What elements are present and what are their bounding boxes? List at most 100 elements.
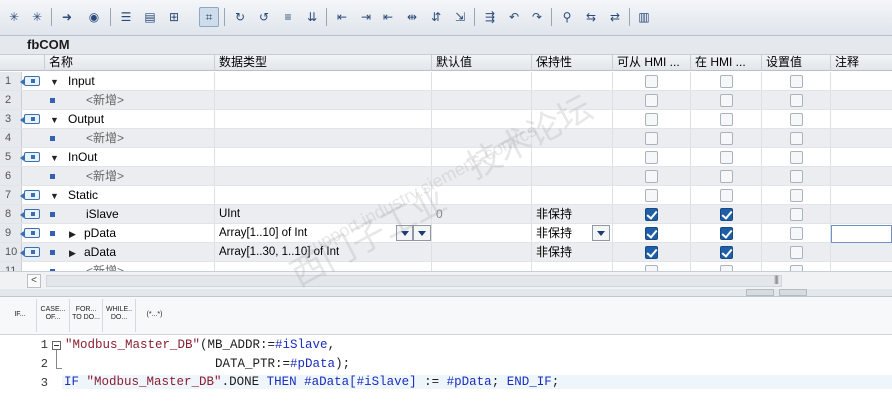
table-row[interactable]: 2 <新增> <box>0 91 892 110</box>
hmi-visible-checkbox[interactable] <box>720 189 733 202</box>
col-header-datatype[interactable]: 数据类型 <box>215 55 432 71</box>
member-retain[interactable]: 非保持 <box>536 224 591 242</box>
setpoint-checkbox[interactable] <box>790 246 803 259</box>
scroll-thumb[interactable] <box>46 274 782 287</box>
table-row[interactable]: 8 iSlave UInt 0 非保持 <box>0 205 892 224</box>
hmi-visible-checkbox[interactable] <box>720 151 733 164</box>
jump-icon[interactable]: ➜ <box>57 7 77 27</box>
hmi-access-checkbox[interactable] <box>645 132 658 145</box>
datatype-dropdown-icon[interactable] <box>413 225 431 241</box>
code-line-2[interactable]: DATA_PTR:=#pData); <box>65 357 350 371</box>
format-icon[interactable]: ↺ <box>254 7 274 27</box>
expand-toggle-icon[interactable]: ▼ <box>50 191 59 201</box>
setpoint-checkbox[interactable] <box>790 227 803 240</box>
scl-comment-button[interactable]: (*...*) <box>138 299 171 332</box>
table-row[interactable]: 10 ▶ aData Array[1..30, 1..10] of Int 非保持 <box>0 243 892 262</box>
col-header-default[interactable]: 默认值 <box>432 55 532 71</box>
hmi-access-checkbox[interactable] <box>645 113 658 126</box>
hmi-visible-checkbox[interactable] <box>720 132 733 145</box>
add-row-icon[interactable]: ✳ <box>27 7 47 27</box>
pane-splitter[interactable] <box>0 289 892 297</box>
insert-row-icon[interactable]: ✳ <box>4 7 24 27</box>
settings-icon[interactable]: ▥ <box>634 7 654 27</box>
col-header-hmi-visible[interactable]: 在 HMI ... <box>691 55 762 71</box>
fold-toggle-icon[interactable] <box>52 341 61 350</box>
col-header-hmi-access[interactable]: 可从 HMI ... <box>613 55 691 71</box>
expand-toggle-icon[interactable]: ▼ <box>50 77 59 87</box>
hmi-access-checkbox[interactable] <box>645 246 658 259</box>
comment-edit-field[interactable] <box>831 225 892 243</box>
datatype-browse-icon[interactable] <box>396 225 413 241</box>
hmi-access-checkbox[interactable] <box>645 227 658 240</box>
online-icon[interactable]: ⇄ <box>605 7 625 27</box>
outdent-icon[interactable]: ⇤ <box>332 7 352 27</box>
member-retain[interactable]: 非保持 <box>536 243 591 261</box>
scroll-left-icon[interactable]: < <box>27 274 41 288</box>
setpoint-checkbox[interactable] <box>790 170 803 183</box>
member-datatype[interactable]: UInt <box>219 205 399 223</box>
collapse-down-icon[interactable] <box>779 289 807 296</box>
code-line-1[interactable]: "Modbus_Master_DB"(MB_ADDR:=#iSlave, <box>65 338 335 352</box>
run-icon[interactable]: ↶ <box>504 7 524 27</box>
setpoint-checkbox[interactable] <box>790 189 803 202</box>
horizontal-scrollbar[interactable]: < <box>0 271 892 289</box>
indent-icon[interactable]: ⇊ <box>302 7 322 27</box>
hmi-visible-checkbox[interactable] <box>720 94 733 107</box>
hmi-visible-checkbox[interactable] <box>720 227 733 240</box>
member-name[interactable]: pData <box>84 224 215 242</box>
table-row[interactable]: 1 ▼ Input <box>0 72 892 91</box>
scl-case-button[interactable]: CASE... OF... <box>37 299 70 332</box>
setpoint-checkbox[interactable] <box>790 94 803 107</box>
col-header-setpoint[interactable]: 设置值 <box>762 55 831 71</box>
collapse-up-icon[interactable] <box>746 289 774 296</box>
hmi-access-checkbox[interactable] <box>645 94 658 107</box>
table-row[interactable]: 4 <新增> <box>0 129 892 148</box>
member-name[interactable]: InOut <box>68 148 215 166</box>
goto-icon[interactable]: ⚲ <box>557 7 577 27</box>
columns-icon[interactable]: ⇹ <box>402 7 422 27</box>
table-row[interactable]: 6 <新增> <box>0 167 892 186</box>
uncomment-icon[interactable]: ⇤ <box>378 7 398 27</box>
step-icon[interactable]: ⇶ <box>480 7 500 27</box>
table-row[interactable]: 5 ▼ InOut <box>0 148 892 167</box>
col-header-comment[interactable]: 注释 <box>831 55 892 71</box>
col-header-retain[interactable]: 保持性 <box>532 55 613 71</box>
block-interface-icon[interactable]: ▤ <box>140 7 160 27</box>
member-name[interactable]: Static <box>68 186 215 204</box>
expand-toggle-icon[interactable]: ▶ <box>69 229 76 240</box>
member-name[interactable]: Output <box>68 110 215 128</box>
hmi-access-checkbox[interactable] <box>645 189 658 202</box>
reset-icon[interactable]: ↻ <box>230 7 250 27</box>
setpoint-checkbox[interactable] <box>790 208 803 221</box>
member-name[interactable]: <新增> <box>86 129 215 147</box>
table-row[interactable]: 7 ▼ Static <box>0 186 892 205</box>
hmi-visible-checkbox[interactable] <box>720 208 733 221</box>
expand-toggle-icon[interactable]: ▼ <box>50 115 59 125</box>
member-name[interactable]: Input <box>68 72 215 90</box>
retain-dropdown-icon[interactable] <box>592 225 610 241</box>
setpoint-checkbox[interactable] <box>790 75 803 88</box>
member-datatype[interactable]: Array[1..30, 1..10] of Int <box>219 243 399 261</box>
table-row[interactable]: 9 ▶ pData Array[1..10] of Int 非保持 <box>0 224 892 243</box>
hmi-access-checkbox[interactable] <box>645 208 658 221</box>
setpoint-checkbox[interactable] <box>790 151 803 164</box>
hmi-access-checkbox[interactable] <box>645 75 658 88</box>
hmi-visible-checkbox[interactable] <box>720 246 733 259</box>
expand-toggle-icon[interactable]: ▼ <box>50 153 59 163</box>
download-icon[interactable]: ≡ <box>278 7 298 27</box>
hmi-visible-checkbox[interactable] <box>720 75 733 88</box>
compile-icon[interactable]: ⊞ <box>164 7 184 27</box>
member-retain[interactable]: 非保持 <box>536 205 591 223</box>
comment-icon[interactable]: ⇥ <box>356 7 376 27</box>
expand-toggle-icon[interactable]: ▶ <box>69 248 76 259</box>
properties-icon[interactable]: ☰ <box>116 7 136 27</box>
table-row[interactable]: 3 ▼ Output <box>0 110 892 129</box>
member-name[interactable]: <新增> <box>86 91 215 109</box>
structure-icon[interactable]: ⇵ <box>426 7 446 27</box>
setpoint-checkbox[interactable] <box>790 113 803 126</box>
member-default-value[interactable]: 0 <box>436 205 476 223</box>
watch-icon[interactable]: ↷ <box>527 7 547 27</box>
member-name[interactable]: <新增> <box>86 167 215 185</box>
scl-while-button[interactable]: WHILE.. DO... <box>103 299 136 332</box>
col-header-name[interactable]: 名称 <box>45 55 215 71</box>
